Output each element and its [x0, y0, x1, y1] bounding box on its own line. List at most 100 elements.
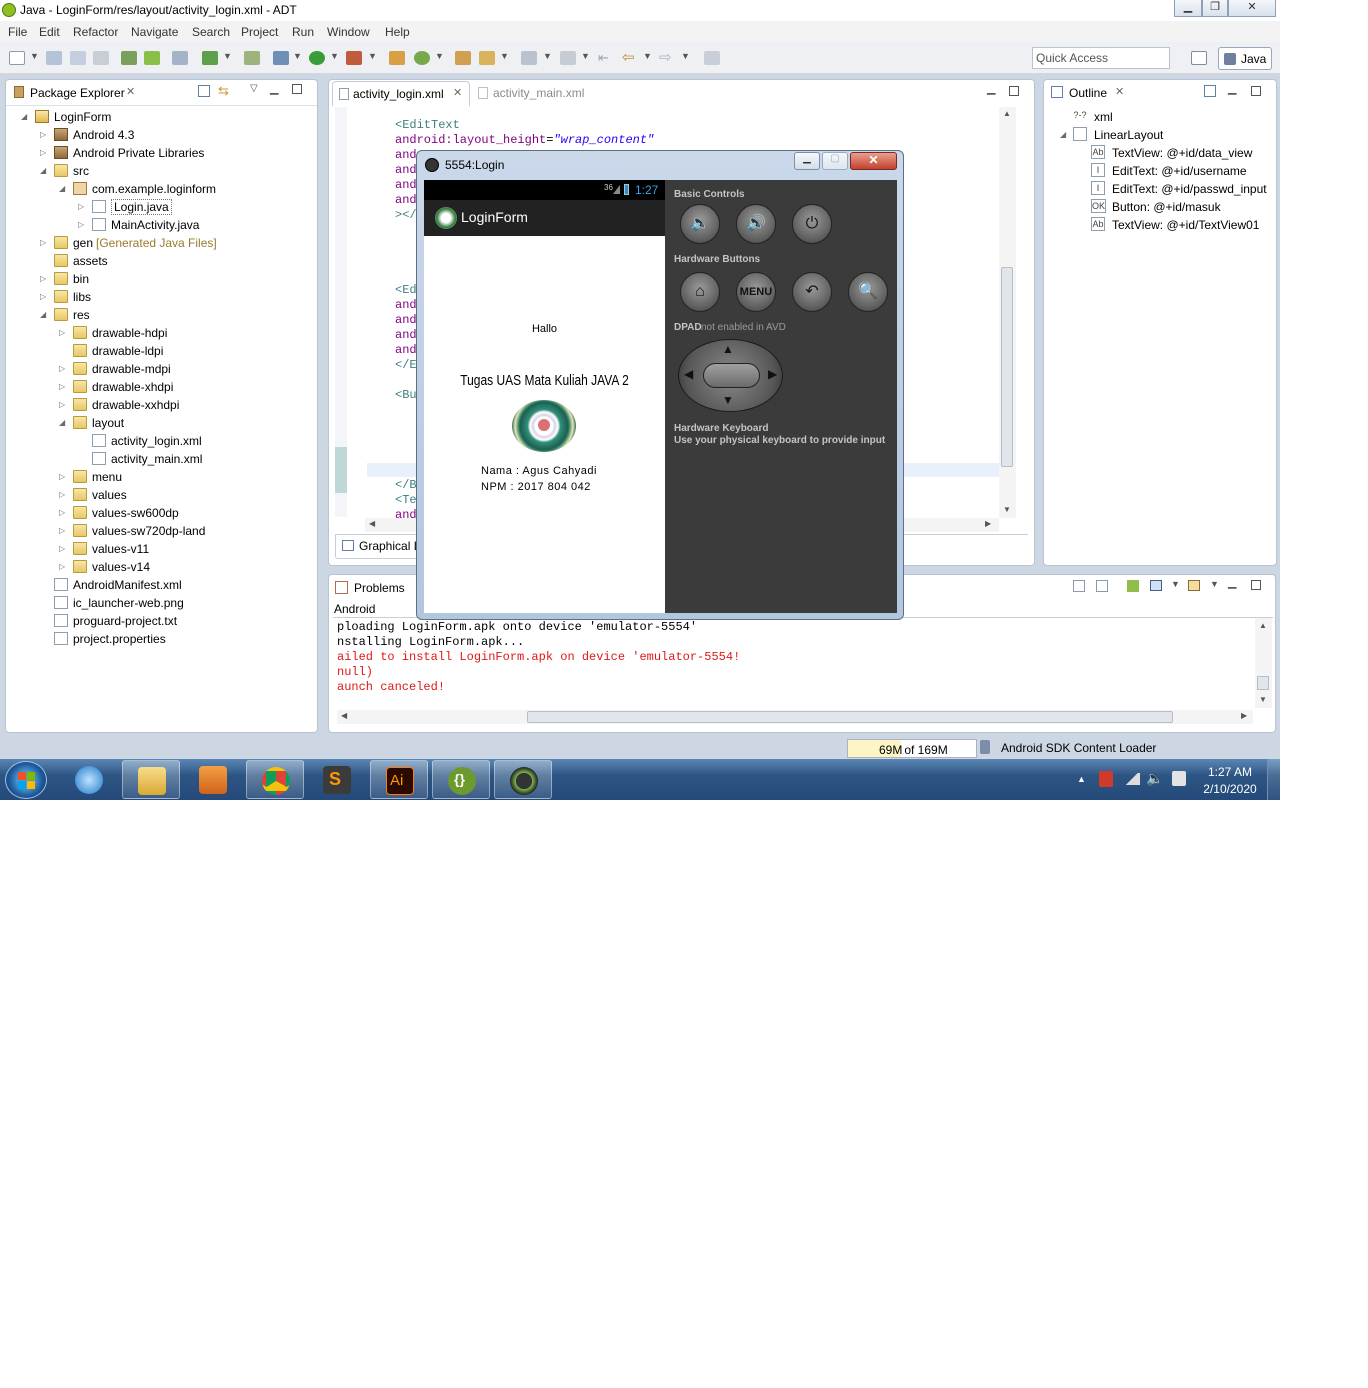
search-tool-icon[interactable] — [479, 51, 495, 65]
search-dropdown-icon[interactable]: ▼ — [500, 51, 509, 61]
pin-editor-icon[interactable] — [704, 51, 720, 65]
console-output[interactable]: ploading LoginForm.apk onto device 'emul… — [333, 617, 1273, 727]
expand-twisty-icon[interactable]: ▷ — [78, 202, 84, 211]
taskbar-media-player[interactable] — [184, 760, 242, 799]
scroll-lock-icon[interactable] — [1096, 580, 1108, 592]
menu-file[interactable]: File — [8, 25, 27, 39]
expand-twisty-icon[interactable]: ▷ — [40, 238, 46, 247]
package-explorer-tab[interactable]: Package Explorer ✕ ⇆ ▽ ▁ — [6, 80, 317, 106]
open-console-icon[interactable] — [1188, 580, 1200, 591]
external-tools-dropdown-icon[interactable]: ▼ — [368, 51, 377, 61]
expand-twisty-icon[interactable]: ▷ — [40, 274, 46, 283]
clock-time[interactable]: 1:27 AM — [1200, 765, 1260, 779]
console-vertical-scrollbar[interactable]: ▲ ▼ — [1255, 618, 1272, 708]
menu-project[interactable]: Project — [241, 25, 278, 39]
collapse-twisty-icon[interactable]: ◢ — [40, 310, 46, 319]
previous-annotation-icon[interactable] — [560, 51, 576, 65]
debug-icon[interactable] — [273, 51, 289, 65]
tree-item[interactable]: ◢ layout — [6, 414, 311, 432]
tree-item[interactable]: ▷ Login.java — [6, 198, 311, 216]
tree-item[interactable]: ic_launcher-web.png — [6, 594, 311, 612]
outline-item[interactable]: Ab TextView: @+id/TextView01 — [1044, 216, 1274, 234]
taskbar-chrome[interactable] — [246, 760, 304, 799]
collapse-twisty-icon[interactable]: ◢ — [40, 166, 46, 175]
minimize-console-icon[interactable]: ▁ — [1228, 576, 1236, 589]
tree-item[interactable]: drawable-ldpi — [6, 342, 311, 360]
close-outline-icon[interactable]: ✕ — [1115, 85, 1124, 98]
heap-status[interactable]: 69M of 169M — [847, 739, 977, 758]
search-button[interactable]: 🔍 — [848, 272, 888, 312]
tree-item[interactable]: ◢ res — [6, 306, 311, 324]
tree-item[interactable]: activity_main.xml — [6, 450, 311, 468]
console-scroll-down-icon[interactable]: ▼ — [1259, 695, 1267, 704]
console-scroll-up-icon[interactable]: ▲ — [1259, 621, 1267, 630]
expand-twisty-icon[interactable]: ▷ — [59, 526, 65, 535]
start-button[interactable] — [5, 761, 47, 799]
menu-navigate[interactable]: Navigate — [131, 25, 178, 39]
lint-icon[interactable] — [172, 51, 188, 65]
collapse-all-icon[interactable] — [198, 85, 210, 97]
scroll-left-icon[interactable]: ◀ — [369, 519, 375, 528]
emulator-minimize-button[interactable]: ▁ — [794, 152, 820, 170]
previous-annotation-dropdown-icon[interactable]: ▼ — [581, 51, 590, 61]
taskbar-brackets[interactable]: {} — [432, 760, 490, 799]
checklist-icon[interactable] — [202, 51, 218, 65]
outline-item[interactable]: Ab TextView: @+id/data_view — [1044, 144, 1274, 162]
forward-icon[interactable]: ⇨ — [659, 48, 672, 66]
new-android-project-icon[interactable] — [244, 51, 260, 65]
console-scroll-right-icon[interactable]: ▶ — [1241, 711, 1247, 720]
expand-twisty-icon[interactable]: ▷ — [59, 400, 65, 409]
maximize-console-icon[interactable] — [1251, 580, 1261, 590]
outline-item[interactable]: I EditText: @+id/username — [1044, 162, 1274, 180]
menu-button[interactable]: MENU — [736, 272, 776, 312]
link-with-editor-icon[interactable]: ⇆ — [218, 83, 229, 99]
maximize-outline-icon[interactable] — [1251, 86, 1261, 96]
back-button[interactable]: ↶ — [792, 272, 832, 312]
new-icon[interactable] — [9, 51, 25, 65]
garbage-collect-icon[interactable] — [980, 740, 990, 754]
tab-activity-login[interactable]: activity_login.xml ✕ — [332, 81, 470, 106]
minimize-editor-icon[interactable]: ▁ — [987, 82, 995, 95]
power-button[interactable]: ⏻ — [792, 204, 832, 244]
tree-item[interactable]: ◢ src — [6, 162, 311, 180]
view-menu-icon[interactable]: ▽ — [250, 83, 258, 94]
tree-item[interactable]: activity_login.xml — [6, 432, 311, 450]
expand-twisty-icon[interactable]: ▷ — [59, 382, 65, 391]
tree-item[interactable]: ▷ values-v14 — [6, 558, 311, 576]
scroll-right-icon[interactable]: ▶ — [985, 519, 991, 528]
avd-manager-icon[interactable] — [144, 51, 160, 65]
tree-item[interactable]: ◢ LoginForm — [6, 108, 311, 126]
print-icon[interactable] — [93, 51, 109, 65]
menu-run[interactable]: Run — [292, 25, 314, 39]
quick-access-input[interactable]: Quick Access — [1032, 47, 1170, 69]
expand-twisty-icon[interactable]: ▷ — [59, 364, 65, 373]
close-button[interactable]: ✕ — [1228, 0, 1276, 17]
collapse-twisty-icon[interactable]: ◢ — [1060, 130, 1066, 139]
outline-item[interactable]: ?-? xml — [1044, 108, 1274, 126]
editor-scroll-thumb[interactable] — [1001, 267, 1013, 467]
expand-twisty-icon[interactable]: ▷ — [59, 472, 65, 481]
menu-window[interactable]: Window — [327, 25, 370, 39]
console-horizontal-scrollbar[interactable]: ◀ ▶ — [337, 710, 1253, 724]
tree-item[interactable]: ▷ menu — [6, 468, 311, 486]
new-dropdown-icon[interactable]: ▼ — [30, 51, 39, 61]
collapse-twisty-icon[interactable]: ◢ — [59, 418, 65, 427]
tree-item[interactable]: ▷ values — [6, 486, 311, 504]
volume-up-button[interactable]: 🔊 — [736, 204, 776, 244]
tree-item[interactable]: ▷ values-v11 — [6, 540, 311, 558]
taskbar-file-explorer[interactable] — [122, 760, 180, 799]
next-annotation-dropdown-icon[interactable]: ▼ — [543, 51, 552, 61]
expand-twisty-icon[interactable]: ▷ — [40, 148, 46, 157]
tree-item[interactable]: ▷ bin — [6, 270, 311, 288]
volume-down-button[interactable]: 🔈 — [680, 204, 720, 244]
tree-item[interactable]: ▷ drawable-xhdpi — [6, 378, 311, 396]
open-type-icon[interactable] — [455, 51, 471, 65]
emulator-close-button[interactable]: ✕ — [850, 152, 897, 170]
outline-item[interactable]: I EditText: @+id/passwd_input — [1044, 180, 1274, 198]
maximize-view-icon[interactable] — [292, 84, 302, 94]
clear-console-icon[interactable] — [1073, 580, 1085, 592]
outline-tab[interactable]: Outline ✕ ▁ — [1044, 80, 1276, 106]
show-hidden-icons-icon[interactable]: ▲ — [1077, 774, 1086, 784]
tree-item[interactable]: assets — [6, 252, 311, 270]
save-icon[interactable] — [46, 51, 62, 65]
